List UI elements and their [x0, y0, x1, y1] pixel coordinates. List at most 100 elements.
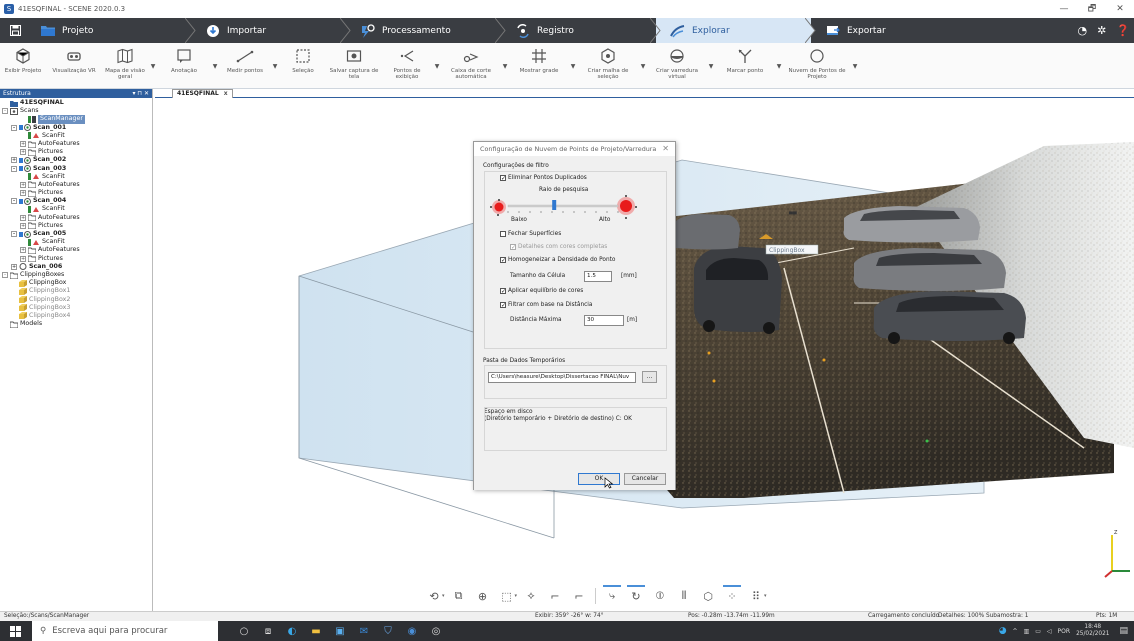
homogenize-density-box[interactable]: ✓ [500, 257, 506, 264]
collapse-icon[interactable]: - [11, 124, 17, 131]
ribbon-dropdown-arrow-icon[interactable]: ▼ [568, 43, 578, 89]
ribbon-button-mark-point[interactable]: Marcar ponto [716, 43, 774, 89]
ribbon-button-virtual-scan[interactable]: Criar varredura virtual [648, 43, 706, 89]
full-color-details-checkbox[interactable]: ✓ Detalhes com cores completas [510, 244, 607, 251]
tray-language[interactable]: POR [1058, 628, 1071, 635]
clip-active-icon[interactable]: ⤷ [600, 585, 624, 607]
tree-item[interactable]: + Scan_002 [0, 156, 152, 164]
close-button[interactable]: ✕ [1106, 0, 1134, 18]
edge-icon[interactable]: ◐ [280, 621, 304, 641]
ribbon-button-project-view[interactable]: Exibir Projeto [0, 43, 46, 89]
file-explorer-icon[interactable]: ▬ [304, 621, 328, 641]
ribbon-button-mesh[interactable]: Criar malha de seleção [578, 43, 638, 89]
ribbon-dropdown-arrow-icon[interactable]: ▼ [432, 43, 442, 89]
expand-icon[interactable]: + [20, 149, 26, 156]
dialog-close-icon[interactable]: ✕ [662, 142, 669, 156]
scene-taskbar-icon[interactable]: ◉ [400, 621, 424, 641]
tray-chevron-icon[interactable]: ^ [1013, 628, 1018, 635]
ribbon-button-measure[interactable]: Medir pontos [220, 43, 270, 89]
tree-item[interactable]: - Scan_003 [0, 165, 152, 173]
expand-icon[interactable]: + [20, 222, 26, 229]
help-icon[interactable]: ❓ [1116, 24, 1130, 37]
expand-icon[interactable]: + [20, 141, 26, 148]
orbit-icon[interactable]: ↻ [624, 585, 648, 607]
tree-item[interactable]: + Scan_006 [0, 263, 152, 271]
notifications-icon[interactable]: ▤ [1119, 626, 1128, 636]
store-icon[interactable]: ▣ [328, 621, 352, 641]
distance-filter-box[interactable]: ✓ [500, 302, 506, 309]
tree-item[interactable]: + AutoFeatures [0, 246, 152, 255]
tree-item[interactable]: ClippingBox3 [0, 304, 152, 312]
more-icon[interactable]: ⠿ [744, 585, 768, 607]
expand-icon[interactable]: + [11, 157, 17, 164]
color-balance-checkbox[interactable]: ✓ Aplicar equilíbrio de cores [500, 288, 583, 295]
pan-icon[interactable]: ⧉ [447, 585, 471, 607]
search-radius-thumb[interactable] [552, 200, 557, 210]
restore-button[interactable]: 🗗 [1078, 0, 1106, 18]
chrome-icon[interactable]: ◎ [424, 621, 448, 641]
ribbon-button-clipping-box[interactable]: Caixa de corte automática [442, 43, 500, 89]
ribbon-dropdown-arrow-icon[interactable]: ▼ [850, 43, 860, 89]
tree-item[interactable]: - ClippingBoxes [0, 271, 152, 280]
tree-item[interactable]: ScanFit [0, 173, 152, 181]
distance-filter-checkbox[interactable]: ✓ Filtrar com base na Distância [500, 302, 592, 309]
save-icon[interactable] [4, 18, 26, 43]
panel-controls[interactable]: ▾ ⊓ ✕ [132, 89, 149, 98]
eliminate-duplicates-box[interactable]: ✓ [500, 175, 506, 182]
tree-item[interactable]: 41ESQFINAL [0, 99, 152, 107]
tree-item[interactable]: ScanFit [0, 205, 152, 214]
expand-icon[interactable]: + [20, 255, 26, 262]
expand-icon[interactable]: + [20, 190, 26, 197]
ribbon-dropdown-arrow-icon[interactable]: ▼ [706, 43, 716, 89]
expand-icon[interactable]: + [20, 214, 26, 221]
mail-icon[interactable]: ✉ [352, 621, 376, 641]
ribbon-button-grid[interactable]: Mostrar grade [510, 43, 568, 89]
zoom-icon[interactable]: ⊕ [471, 585, 495, 607]
tree-item[interactable]: - Scan_005 [0, 230, 152, 238]
collapse-icon[interactable]: - [11, 198, 17, 205]
tree-item[interactable]: ScanManager [0, 115, 152, 124]
max-distance-input[interactable]: 30 [584, 315, 624, 326]
tab-importar[interactable]: Importar [191, 18, 351, 43]
tab-exportar[interactable]: Exportar [811, 18, 966, 43]
tree-item[interactable]: Models [0, 320, 152, 329]
sync-icon[interactable]: ◔ [1077, 24, 1087, 37]
split-icon[interactable]: ⟡ [519, 585, 543, 607]
color-balance-box[interactable]: ✓ [500, 288, 506, 295]
network-icon[interactable]: ▥ [1024, 628, 1030, 635]
ribbon-dropdown-arrow-icon[interactable]: ▼ [638, 43, 648, 89]
ribbon-dropdown-arrow-icon[interactable]: ▼ [270, 43, 280, 89]
ribbon-dropdown-arrow-icon[interactable]: ▼ [500, 43, 510, 89]
tree-item[interactable]: + Pictures [0, 255, 152, 263]
ribbon-dropdown-arrow-icon[interactable]: ▼ [774, 43, 784, 89]
ribbon-button-selection[interactable]: Seleção [280, 43, 326, 89]
taskbar-search-box[interactable]: ⚲ Escreva aqui para procurar [32, 621, 218, 641]
tab-processamento[interactable]: Processamento [346, 18, 506, 43]
tree-item[interactable]: - Scan_001 [0, 124, 152, 132]
expand-icon[interactable]: + [20, 181, 26, 188]
close-surfaces-checkbox[interactable]: Fechar Superfícies [500, 231, 561, 237]
view-cube-icon[interactable]: ⬚ [495, 585, 519, 607]
close-tab-icon[interactable]: x [224, 90, 228, 97]
tree-item[interactable]: ClippingBox4 [0, 312, 152, 320]
gear-icon[interactable]: ✲ [1097, 24, 1106, 37]
tree-item[interactable]: + Pictures [0, 189, 152, 198]
tree-item[interactable]: ScanFit [0, 238, 152, 246]
ribbon-button-vr-headset[interactable]: Visualização VR [46, 43, 102, 89]
task-view-icon[interactable]: ⧈ [256, 621, 280, 641]
ribbon-dropdown-arrow-icon[interactable]: ▼ [148, 43, 158, 89]
tree-item[interactable]: + AutoFeatures [0, 140, 152, 149]
eliminate-duplicates-checkbox[interactable]: ✓ Eliminar Pontos Duplicados [500, 175, 587, 182]
center-icon[interactable]: ⦶ [648, 585, 672, 607]
expand-icon[interactable]: + [11, 263, 17, 270]
collapse-icon[interactable]: - [11, 165, 17, 172]
tab-registro[interactable]: Registro [501, 18, 661, 43]
box-icon[interactable]: ⬡ [696, 585, 720, 607]
tab-projeto[interactable]: Projeto [26, 18, 196, 43]
document-tab[interactable]: 41ESQFINAL x [172, 89, 233, 98]
tree-item[interactable]: + AutoFeatures [0, 214, 152, 222]
tree-item[interactable]: ClippingBox1 [0, 287, 152, 295]
tree-item[interactable]: + AutoFeatures [0, 181, 152, 189]
homogenize-density-checkbox[interactable]: ✓ Homogeneizar a Densidade do Ponto [500, 257, 615, 264]
expand-icon[interactable]: + [20, 247, 26, 254]
